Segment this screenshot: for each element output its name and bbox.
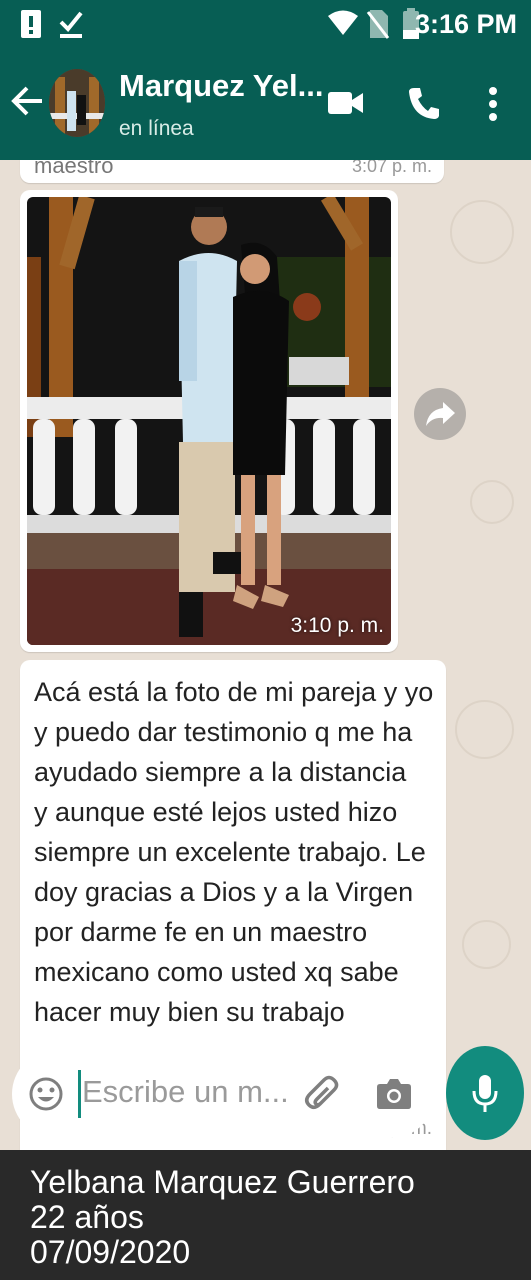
text-caret: [78, 1070, 81, 1118]
message-input-bar[interactable]: Escribe un m...: [12, 1050, 435, 1138]
camera-icon[interactable]: [376, 1076, 412, 1110]
wifi-icon: [328, 10, 358, 35]
mic-icon: [472, 1075, 498, 1112]
shared-photo[interactable]: [27, 197, 391, 645]
voice-message-button[interactable]: [446, 1046, 524, 1140]
previous-message-time: 3:07 p. m.: [351, 160, 432, 176]
status-time: 3:16 PM: [414, 9, 517, 39]
chat-header: Marquez Yel... en línea: [0, 48, 531, 160]
attach-icon[interactable]: [304, 1074, 342, 1114]
contact-name[interactable]: Marquez Yel...: [119, 68, 323, 104]
caption-age: 22 años: [30, 1199, 144, 1235]
avatar[interactable]: [49, 69, 105, 137]
more-vert-icon[interactable]: [488, 86, 498, 122]
previous-message-text: maestro: [34, 160, 114, 178]
contact-status: en línea: [119, 117, 194, 140]
check-icon: [59, 11, 83, 38]
video-call-icon[interactable]: [328, 90, 364, 116]
status-bar: 3:16 PM: [0, 0, 531, 48]
caption-box: Yelbana Marquez Guerrero 22 años 07/09/2…: [0, 1150, 531, 1280]
caption-date: 07/09/2020: [30, 1234, 191, 1270]
caption-name: Yelbana Marquez Guerrero: [30, 1164, 415, 1200]
forward-button[interactable]: [414, 388, 466, 440]
message-input[interactable]: Escribe un m...: [82, 1074, 289, 1110]
phone-icon[interactable]: [408, 86, 440, 120]
no-sim-icon: [366, 10, 390, 39]
text-message-body: Acá está la foto de mi pareja y yo y pue…: [34, 677, 434, 1027]
photo-message-bubble[interactable]: 3:10 p. m.: [20, 190, 398, 652]
emoji-icon[interactable]: [28, 1076, 64, 1112]
photo-message-time: 3:10 p. m.: [290, 614, 384, 637]
previous-message-bubble[interactable]: maestro 3:07 p. m.: [20, 160, 444, 183]
forward-icon: [426, 402, 455, 426]
alert-icon: [21, 10, 41, 38]
back-arrow-icon[interactable]: [10, 84, 44, 118]
chat-area[interactable]: maestro 3:07 p. m. 3:10 p. m. Acá está l…: [0, 160, 531, 1150]
